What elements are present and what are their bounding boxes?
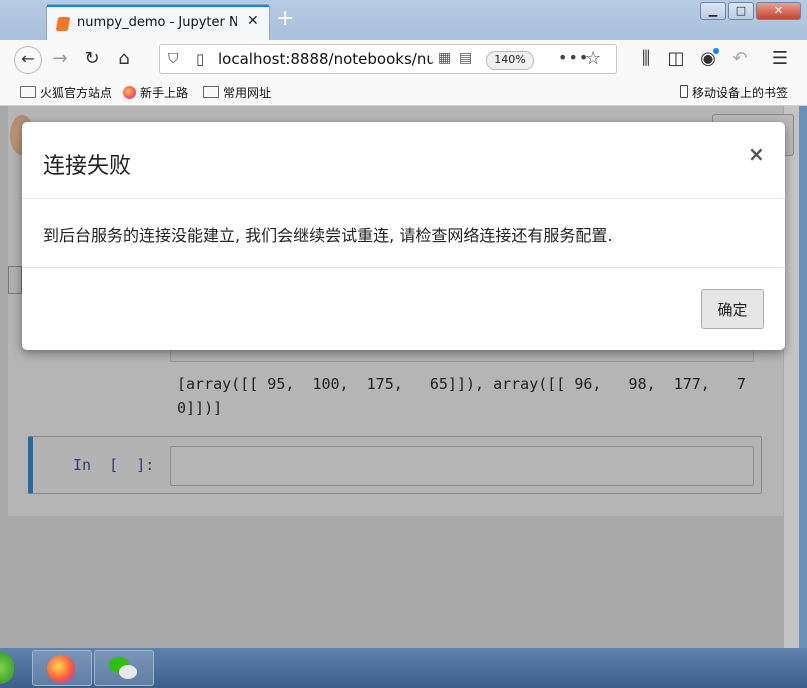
dialog-message: 到后台服务的连接没能建立, 我们会继续尝试重连, 请检查网络连接还有服务配置. bbox=[43, 226, 613, 245]
browser-tab[interactable]: numpy_demo - Jupyter Note ✕ bbox=[46, 4, 270, 40]
zoom-level-badge[interactable]: 140% bbox=[486, 51, 534, 70]
connection-failed-dialog: 连接失败 × 到后台服务的连接没能建立, 我们会继续尝试重连, 请检查网络连接还… bbox=[22, 122, 785, 350]
account-notification-dot bbox=[713, 48, 719, 54]
cell-output: [array([[ 95, 100, 175, 65]]), array([[ … bbox=[177, 375, 746, 417]
forward-icon[interactable]: → bbox=[48, 48, 72, 69]
page-info-icon[interactable]: ▯ bbox=[196, 50, 204, 68]
dialog-divider bbox=[22, 267, 785, 268]
minimize-button[interactable]: ▁ bbox=[700, 2, 726, 20]
wechat-icon bbox=[109, 657, 139, 681]
back-icon[interactable]: ← bbox=[14, 46, 42, 74]
folder-icon bbox=[203, 86, 219, 98]
sidebar-icon[interactable]: ◫ bbox=[664, 48, 688, 69]
undo-icon[interactable]: ↶ bbox=[728, 48, 752, 69]
tab-title: numpy_demo - Jupyter Note bbox=[77, 15, 237, 30]
bookmarks-toolbar: 火狐官方站点 新手上路 常用网址 移动设备上的书签 bbox=[0, 78, 807, 106]
phone-icon bbox=[680, 85, 688, 98]
menu-icon[interactable]: ☰ bbox=[768, 48, 792, 69]
dialog-divider bbox=[22, 198, 785, 199]
close-icon[interactable]: × bbox=[748, 142, 765, 166]
library-icon[interactable]: ⫼ bbox=[634, 48, 658, 69]
new-tab-icon[interactable]: + bbox=[276, 6, 294, 31]
bookmark-getting-started[interactable]: 新手上路 bbox=[123, 84, 188, 101]
taskbar-wechat[interactable] bbox=[94, 650, 154, 686]
tab-close-icon[interactable]: ✕ bbox=[247, 13, 259, 29]
qr-code-icon[interactable]: ▦ bbox=[438, 50, 451, 66]
input-prompt: In [ ]: bbox=[73, 456, 155, 474]
reload-icon[interactable]: ↻ bbox=[80, 48, 104, 69]
firefox-icon bbox=[47, 655, 75, 683]
toolbar-fragment bbox=[8, 266, 22, 294]
bookmark-mobile[interactable]: 移动设备上的书签 bbox=[680, 84, 788, 101]
ok-button[interactable]: 确定 bbox=[701, 289, 764, 329]
shield-icon[interactable]: ⛉ bbox=[168, 51, 179, 67]
page-scrollbar[interactable] bbox=[784, 106, 799, 648]
firefox-icon bbox=[123, 86, 136, 99]
close-window-button[interactable]: ✕ bbox=[756, 2, 801, 20]
jupyter-notebook-icon bbox=[55, 17, 71, 31]
bookmark-folder-common[interactable]: 常用网址 bbox=[203, 84, 271, 101]
home-icon[interactable]: ⌂ bbox=[112, 48, 136, 69]
folder-icon bbox=[20, 86, 36, 98]
dialog-title: 连接失败 bbox=[43, 154, 132, 179]
maximize-button[interactable]: □ bbox=[728, 2, 754, 20]
reader-view-icon[interactable]: ▤ bbox=[459, 50, 472, 66]
bookmark-folder-official[interactable]: 火狐官方站点 bbox=[20, 84, 112, 101]
url-bar[interactable]: ⛉ ▯ localhost:8888/notebooks/nump ▦ ▤ 14… bbox=[159, 44, 617, 74]
cell-input-area[interactable] bbox=[170, 446, 754, 486]
bookmark-star-icon[interactable]: ☆ bbox=[585, 48, 601, 69]
tab-active-indicator bbox=[47, 5, 269, 7]
url-text[interactable]: localhost:8888/notebooks/nump bbox=[218, 50, 433, 68]
taskbar-firefox[interactable] bbox=[32, 650, 92, 686]
